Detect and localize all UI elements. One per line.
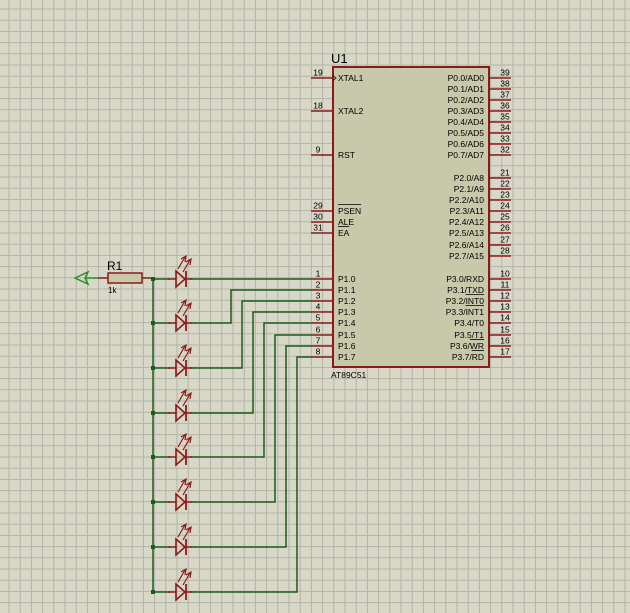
pin-number: 24 — [500, 201, 510, 211]
pin-number: 23 — [500, 190, 510, 200]
pin-name: RST — [338, 150, 355, 160]
pin-number: 28 — [500, 246, 510, 256]
pin-number: 6 — [316, 325, 321, 335]
wire — [190, 356, 311, 593]
junction-dot — [151, 277, 155, 281]
pin-number: 19 — [313, 68, 323, 78]
pin-number: 31 — [313, 223, 323, 233]
chip-ref-label: U1 — [331, 51, 348, 66]
pin-number: 17 — [500, 347, 510, 357]
pin-name: P0.0/AD0 — [448, 73, 485, 83]
pin-name: P3.4/T0 — [454, 318, 484, 328]
pin-number: 13 — [500, 302, 510, 312]
pin-name: P3.3/INT1 — [446, 307, 485, 317]
pin-number: 32 — [500, 145, 510, 155]
pin-name: P0.7/AD7 — [448, 150, 485, 160]
pin-number: 27 — [500, 235, 510, 245]
pin-name: P2.5/A13 — [449, 228, 484, 238]
pin-number: 11 — [501, 280, 510, 290]
pin-name: P1.6 — [338, 341, 356, 351]
pin-name: P1.4 — [338, 318, 356, 328]
pin-name: P2.0/A8 — [454, 173, 485, 183]
pin-number: 3 — [316, 291, 321, 301]
pin-number: 36 — [500, 101, 510, 111]
pin-number: 39 — [500, 68, 510, 78]
pin-number: 5 — [316, 313, 321, 323]
pin-number: 18 — [313, 101, 323, 111]
pin-name: P0.5/AD5 — [448, 128, 485, 138]
pin-name: P3.0/RXD — [446, 274, 484, 284]
pin-name: P1.0 — [338, 274, 356, 284]
pin-number: 9 — [316, 145, 321, 155]
pin-number: 1 — [316, 269, 321, 279]
resistor-body[interactable] — [107, 272, 143, 284]
pin-name: P0.6/AD6 — [448, 139, 485, 149]
pin-number: 15 — [500, 325, 510, 335]
pin-name: P2.3/A11 — [450, 206, 485, 216]
junction-dot — [151, 590, 155, 594]
pin-number: 22 — [500, 179, 510, 189]
pin-name: P3.5/T1 — [454, 330, 484, 340]
junction-dot — [151, 545, 155, 549]
resistor-value-label: 1k — [108, 286, 117, 295]
pin-number: 25 — [500, 212, 510, 222]
pin-name: PSEN — [338, 206, 361, 216]
mcu-u1[interactable]: U1 AT89C51 19XTAL118XTAL29RST29PSEN30ALE… — [311, 51, 511, 380]
pin-number: 4 — [316, 302, 321, 312]
pin-number: 21 — [500, 168, 510, 178]
pin-number: 16 — [500, 336, 510, 346]
pin-number: 38 — [500, 79, 510, 89]
right-pins: 39 P0.0/AD0 38 P0.1/AD1 37 P0.2/AD2 36 P0.3/AD3… — [446, 68, 511, 362]
pin-number: 35 — [500, 112, 510, 122]
pin-name: EA — [338, 228, 350, 238]
junction-dot — [151, 500, 155, 504]
pin-number: 10 — [500, 269, 510, 279]
junction-dot — [151, 455, 155, 459]
pin-number: 33 — [500, 134, 510, 144]
junction-dot — [151, 366, 155, 370]
pin-name: P2.4/A12 — [449, 217, 484, 227]
pin-number: 2 — [316, 280, 321, 290]
pin-name: P3.6/WR — [450, 341, 484, 351]
pin-name: P2.2/A10 — [449, 195, 484, 205]
pin-name: P1.3 — [338, 307, 356, 317]
junction-dot — [151, 321, 155, 325]
pin-name: P1.7 — [338, 352, 356, 362]
pin-name: P2.1/A9 — [454, 184, 485, 194]
schematic-canvas[interactable]: U1 AT89C51 19XTAL118XTAL29RST29PSEN30ALE… — [0, 0, 630, 613]
pin-number: 8 — [316, 347, 321, 357]
pin-name: P0.3/AD3 — [448, 106, 485, 116]
pin-name: P0.1/AD1 — [448, 84, 485, 94]
pin-name: P2.6/A14 — [449, 240, 484, 250]
chip-part-label: AT89C51 — [331, 370, 367, 380]
pin-number: 37 — [500, 90, 510, 100]
pin-number: 12 — [500, 291, 510, 301]
pin-number: 30 — [313, 212, 323, 222]
pin-name: P0.2/AD2 — [448, 95, 485, 105]
pin-number: 26 — [500, 223, 510, 233]
junction-dot — [151, 411, 155, 415]
pin-name: XTAL1 — [338, 73, 364, 83]
pin-name: P3.2/INT0 — [446, 296, 485, 306]
pin-name: P3.1/TXD — [447, 285, 484, 295]
wire — [190, 334, 311, 503]
wire — [190, 345, 311, 548]
pin-name: P3.7/RD — [452, 352, 484, 362]
pin-name: P0.4/AD4 — [448, 117, 485, 127]
wire — [190, 311, 311, 414]
wire — [190, 289, 311, 324]
pin-number: 34 — [500, 123, 510, 133]
pin-name: XTAL2 — [338, 106, 364, 116]
pin-name: P1.5 — [338, 330, 356, 340]
pin-name: P1.2 — [338, 296, 356, 306]
pin-name: ALE — [338, 217, 354, 227]
pin-number: 14 — [500, 313, 510, 323]
pin-name: P2.7/A15 — [449, 251, 484, 261]
pin-number: 29 — [313, 201, 323, 211]
pin-number: 7 — [316, 336, 321, 346]
pin-name: P1.1 — [338, 285, 356, 295]
resistor-ref-label: R1 — [107, 259, 123, 273]
